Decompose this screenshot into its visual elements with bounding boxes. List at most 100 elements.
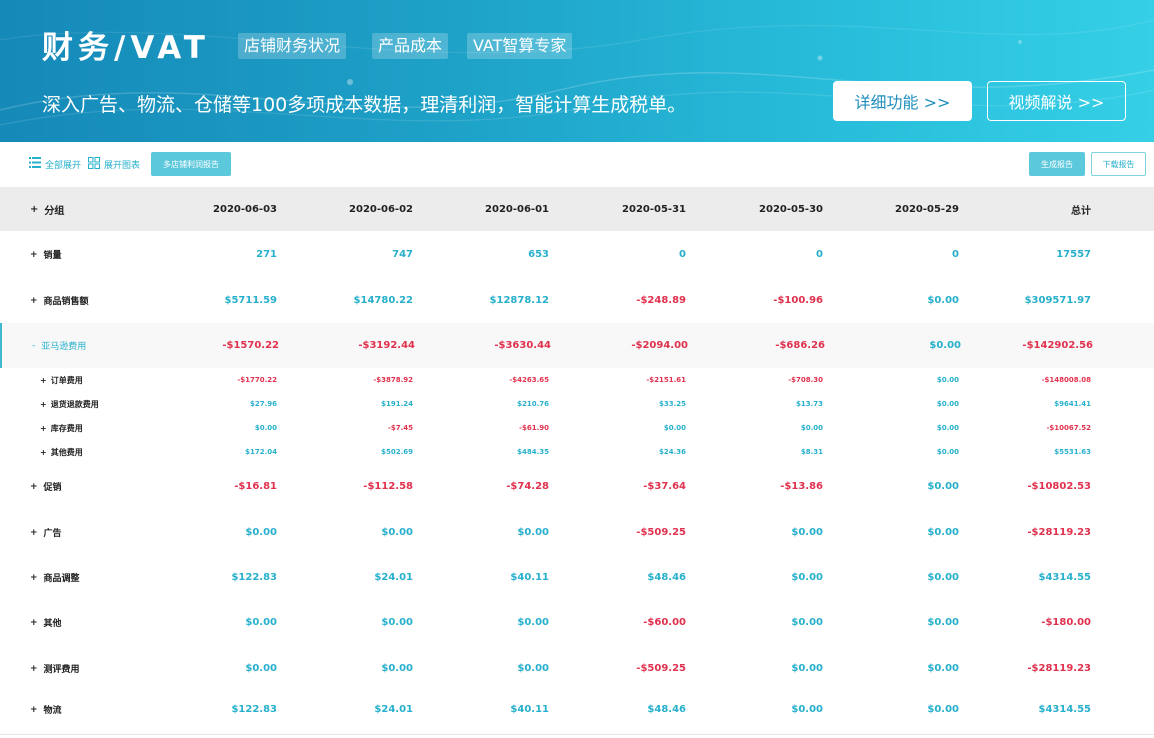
expand-icon[interactable]: +	[40, 448, 47, 457]
row-value: $0.00	[929, 340, 961, 351]
row-value: $0.00	[936, 424, 959, 432]
row-label-cell[interactable]: + 退货退款费用	[40, 392, 99, 416]
row-label: 销量	[43, 251, 62, 261]
expand-icon[interactable]: +	[30, 482, 38, 492]
row-total-value: -$180.00	[1041, 617, 1091, 628]
row-value: $0.00	[927, 704, 959, 715]
table-row: + 物流 $122.83 $24.01 $40.11 $48.46 $0.00 $0.00 $4…	[0, 687, 1154, 732]
row-value: $0.00	[663, 424, 686, 432]
row-value: $12878.12	[489, 295, 549, 306]
table-subrow: + 其他费用 $172.04 $502.69 $484.35 $24.36 $8.31 $0.…	[0, 440, 1154, 464]
row-value: -$3878.92	[373, 376, 413, 384]
table-row: + 其他 $0.00 $0.00 $0.00 -$60.00 $0.00 $0.00 -$180…	[0, 600, 1154, 645]
row-value: -$2094.00	[631, 340, 688, 351]
row-value: -$60.00	[643, 617, 686, 628]
multi-store-report-button[interactable]: 多店铺利润报告	[151, 152, 231, 176]
row-value: $0.00	[927, 527, 959, 538]
row-value: $0.00	[517, 617, 549, 628]
expand-all-toggle[interactable]: 全部展开	[29, 156, 81, 172]
row-value: -$3630.44	[494, 340, 551, 351]
row-value: $0.00	[245, 617, 277, 628]
detail-features-button[interactable]: 详细功能 >>	[833, 81, 972, 121]
row-value: $0.00	[791, 572, 823, 583]
row-value: $0.00	[927, 572, 959, 583]
tag-product-cost[interactable]: 产品成本	[372, 33, 449, 59]
expand-icon[interactable]: +	[30, 528, 38, 538]
expand-all-label: 全部展开	[45, 160, 82, 171]
row-value: -$2151.61	[646, 376, 686, 384]
row-value: -$248.89	[636, 295, 686, 306]
header-date: 2020-06-01	[485, 203, 549, 215]
row-label-cell[interactable]: + 促销	[30, 464, 62, 509]
row-label-cell[interactable]: + 广告	[30, 510, 62, 555]
row-label-cell[interactable]: + 销量	[30, 232, 62, 277]
row-value: $0.00	[245, 527, 277, 538]
row-value: $48.46	[647, 704, 686, 715]
row-total-value: $4314.55	[1038, 572, 1091, 583]
table-bottom-divider	[0, 734, 1154, 735]
table-header-row: + 分组 2020-06-03 2020-06-02 2020-06-01 20…	[0, 187, 1154, 231]
row-value: $0.00	[381, 527, 413, 538]
download-report-button[interactable]: 下载报告	[1091, 152, 1146, 176]
row-value: $0.00	[517, 663, 549, 674]
expand-icon[interactable]: +	[30, 250, 38, 260]
expand-icon[interactable]: +	[40, 376, 47, 385]
row-label-cell[interactable]: + 其他费用	[40, 440, 83, 464]
row-value: $0.00	[927, 295, 959, 306]
row-label-cell[interactable]: + 商品调整	[30, 555, 80, 600]
generate-report-button[interactable]: 生成报告	[1029, 152, 1085, 176]
tag-store-finance[interactable]: 店铺财务状况	[238, 33, 347, 59]
table-row: + 促销 -$16.81 -$112.58 -$74.28 -$37.64 -$13.86 $…	[0, 464, 1154, 509]
row-label-cell[interactable]: + 测评费用	[30, 646, 80, 691]
expand-icon[interactable]: +	[30, 573, 38, 583]
row-value: -$13.86	[780, 481, 823, 492]
row-value: 0	[679, 249, 686, 260]
expand-chart-toggle[interactable]: 展开图表	[88, 156, 140, 172]
row-value: $0.00	[936, 448, 959, 456]
row-value: 747	[392, 249, 413, 260]
header-group[interactable]: + 分组	[30, 187, 64, 231]
row-label: 其他	[43, 619, 62, 629]
expand-icon[interactable]: +	[30, 296, 38, 306]
row-value: -$509.25	[636, 663, 686, 674]
header-date: 2020-06-02	[349, 203, 413, 215]
expand-icon[interactable]: +	[30, 664, 38, 674]
row-label-cell[interactable]: + 商品销售额	[30, 278, 89, 323]
row-value: $24.36	[658, 448, 686, 456]
expand-icon[interactable]: +	[40, 424, 47, 433]
row-value: $0.00	[791, 663, 823, 674]
row-value: $0.00	[936, 400, 959, 408]
expand-icon[interactable]: +	[30, 618, 38, 628]
table-subrow: + 退货退款费用 $27.96 $191.24 $210.76 $33.25 $13.73 $…	[0, 392, 1154, 416]
plus-icon[interactable]: +	[30, 204, 38, 215]
row-label-cell[interactable]: - 亚马逊费用	[32, 323, 86, 368]
row-total-value: $4314.55	[1038, 704, 1091, 715]
row-value: 653	[528, 249, 549, 260]
row-label: 订单费用	[50, 375, 83, 385]
header-date: 2020-05-29	[895, 203, 959, 215]
row-value: -$686.26	[775, 340, 825, 351]
row-label-cell[interactable]: + 订单费用	[40, 368, 83, 392]
row-value: $122.83	[231, 572, 277, 583]
row-value: $0.00	[936, 376, 959, 384]
row-value: -$3192.44	[358, 340, 415, 351]
expand-icon[interactable]: +	[30, 705, 38, 715]
video-explain-button[interactable]: 视频解说 >>	[987, 81, 1126, 121]
row-label-cell[interactable]: + 物流	[30, 687, 62, 732]
row-label-cell[interactable]: + 其他	[30, 600, 62, 645]
row-label-cell[interactable]: + 库存费用	[40, 416, 83, 440]
table-row: + 广告 $0.00 $0.00 $0.00 -$509.25 $0.00 $0.00 -$28…	[0, 510, 1154, 555]
row-value: -$1770.22	[237, 376, 277, 384]
row-value: $27.96	[249, 400, 277, 408]
row-value: $5711.59	[224, 295, 277, 306]
row-value: $40.11	[510, 704, 549, 715]
tag-vat-expert[interactable]: VAT智算专家	[467, 33, 573, 59]
collapse-icon[interactable]: -	[32, 341, 35, 351]
banner-tagline: 深入广告、物流、仓储等100多项成本数据，理清利润，智能计算生成税单。	[42, 94, 687, 116]
table-subrow: + 库存费用 $0.00 -$7.45 -$61.90 $0.00 $0.00 $0.00 -$…	[0, 416, 1154, 440]
expand-icon[interactable]: +	[40, 400, 47, 409]
row-value: $0.00	[791, 617, 823, 628]
row-value: $24.01	[374, 704, 413, 715]
row-total-value: -$28119.23	[1027, 527, 1091, 538]
row-label: 退货退款费用	[50, 399, 99, 409]
